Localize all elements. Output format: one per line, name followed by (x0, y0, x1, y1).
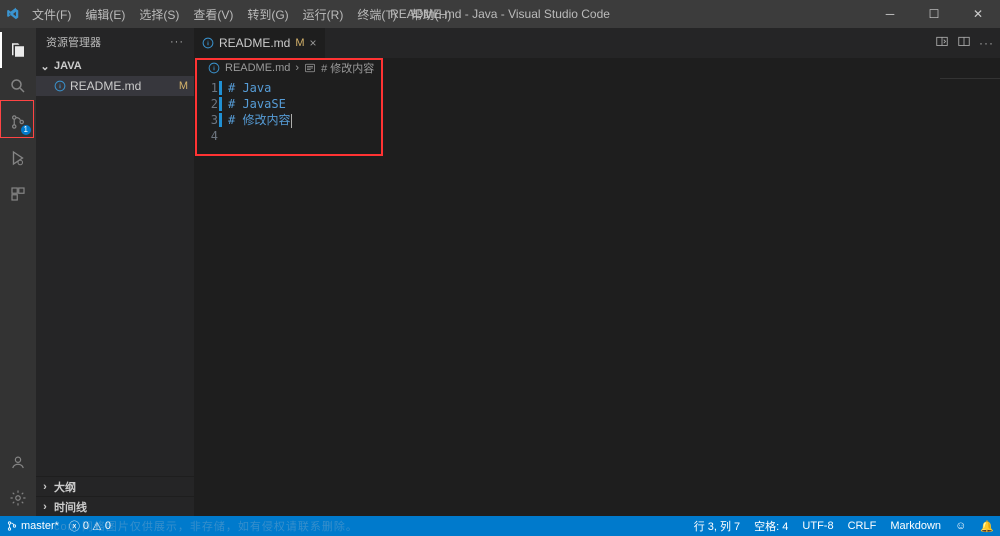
menu-run[interactable]: 运行(R) (297, 2, 350, 27)
menu-goto[interactable]: 转到(G) (241, 2, 294, 27)
tab-readme[interactable]: README.md M × (194, 28, 326, 58)
more-editor-icon[interactable]: ··· (979, 36, 994, 50)
vscode-logo (0, 7, 26, 21)
status-bar: master* ⓧ0 ⚠0 .com 网络图片仅供展示，非存储，如有侵权请联系删… (0, 516, 1000, 536)
timeline-section[interactable]: › 时间线 (36, 496, 194, 516)
file-item-readme[interactable]: README.md M (36, 76, 194, 96)
extensions-icon[interactable] (0, 176, 36, 212)
code-editor[interactable]: 1 2 3 4 # Java # JavaSE # 修改内容 (194, 78, 1000, 144)
tab-git-modifier: M (295, 37, 304, 49)
git-modifier: M (179, 80, 194, 92)
feedback-icon[interactable]: ☺ (955, 518, 966, 534)
breadcrumb-file: README.md (225, 62, 290, 74)
maximize-button[interactable]: ☐ (912, 0, 956, 28)
source-control-icon[interactable]: 1 (0, 104, 36, 140)
search-icon[interactable] (0, 68, 36, 104)
menu-edit[interactable]: 编辑(E) (79, 2, 131, 27)
file-label: README.md (70, 79, 141, 93)
sidebar-title: 资源管理器 (46, 34, 101, 50)
explorer-icon[interactable] (0, 32, 36, 68)
eol[interactable]: CRLF (848, 518, 877, 534)
chevron-right-icon: › (295, 62, 299, 74)
minimap[interactable] (940, 78, 1000, 102)
scm-badge: 1 (21, 125, 31, 135)
close-button[interactable]: ✕ (956, 0, 1000, 28)
settings-icon[interactable] (0, 480, 36, 516)
section-icon (304, 62, 316, 74)
menu-select[interactable]: 选择(S) (133, 2, 185, 27)
chevron-down-icon: ⌄ (40, 60, 50, 73)
account-icon[interactable] (0, 444, 36, 480)
info-icon (202, 37, 214, 49)
text-cursor (291, 114, 292, 128)
watermark-text: .com 网络图片仅供展示，非存储，如有侵权请联系删除。 (50, 518, 358, 534)
menu-view[interactable]: 查看(V) (187, 2, 239, 27)
breadcrumb[interactable]: README.md › # 修改内容 (194, 58, 1000, 78)
menu-file[interactable]: 文件(F) (26, 2, 77, 27)
notifications-icon[interactable]: 🔔 (980, 518, 994, 534)
run-debug-icon[interactable] (0, 140, 36, 176)
info-icon (54, 80, 66, 92)
split-editor-icon[interactable] (957, 35, 971, 52)
folder-root[interactable]: ⌄ JAVA (36, 56, 194, 76)
window-title: README.md - Java - Visual Studio Code (390, 7, 610, 21)
close-icon[interactable]: × (310, 36, 317, 50)
chevron-right-icon: › (40, 481, 50, 493)
breadcrumb-section: # 修改内容 (321, 60, 374, 76)
info-icon (208, 62, 220, 74)
explorer-sidebar: 资源管理器 ··· ⌄ JAVA README.md M › 大纲 › 时间线 (36, 28, 194, 516)
more-icon[interactable]: ··· (170, 36, 184, 48)
language-mode[interactable]: Markdown (890, 518, 941, 534)
chevron-right-icon: › (40, 501, 50, 513)
editor-tabs: README.md M × ··· (194, 28, 1000, 58)
tab-label: README.md (219, 36, 290, 50)
activity-bar: 1 (0, 28, 36, 516)
open-preview-icon[interactable] (935, 35, 949, 52)
line-gutter: 1 2 3 4 (194, 80, 228, 144)
minimize-button[interactable]: ─ (868, 0, 912, 28)
indentation[interactable]: 空格: 4 (754, 518, 788, 534)
branch-icon (6, 520, 18, 532)
encoding[interactable]: UTF-8 (802, 518, 833, 534)
outline-section[interactable]: › 大纲 (36, 476, 194, 496)
editor-area: README.md M × ··· README.md › # 修改内容 1 2… (194, 28, 1000, 516)
cursor-position[interactable]: 行 3, 列 7 (694, 518, 740, 534)
titlebar: 文件(F) 编辑(E) 选择(S) 查看(V) 转到(G) 运行(R) 终端(T… (0, 0, 1000, 28)
